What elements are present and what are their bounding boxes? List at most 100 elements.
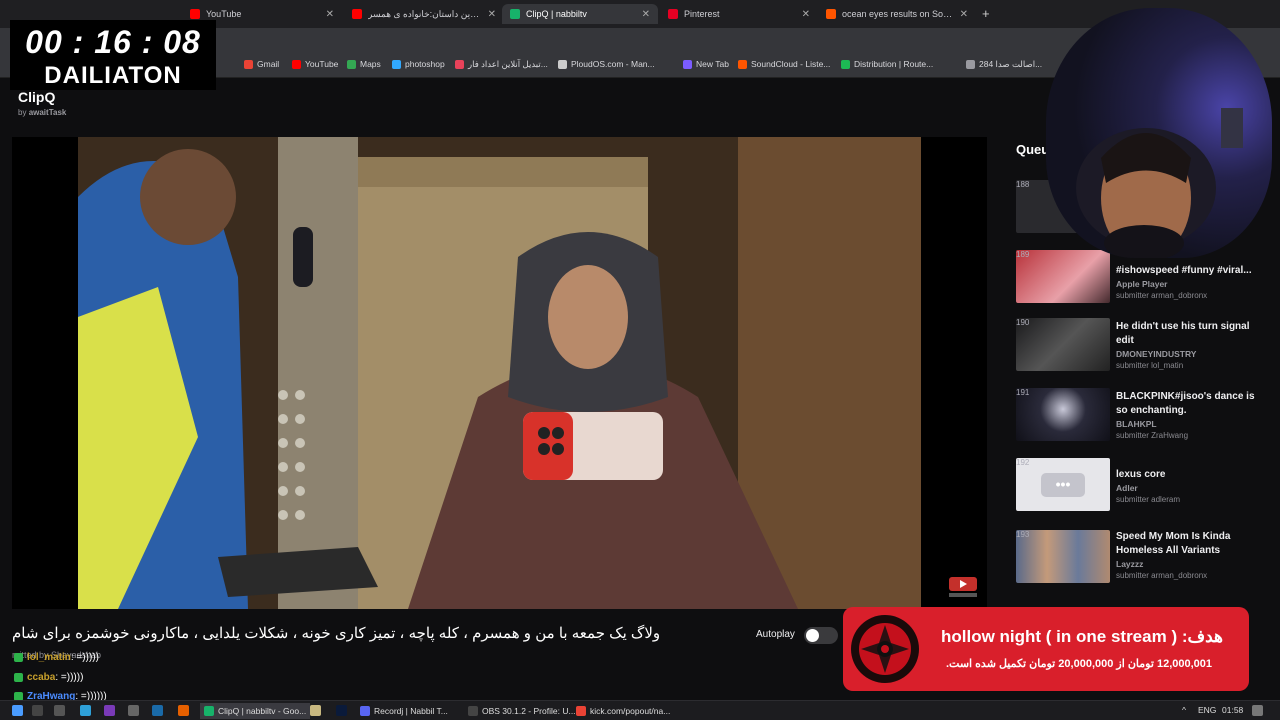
queue-thumbnail: ••• [1016,458,1110,511]
close-icon[interactable]: ✕ [960,9,968,20]
queue-item-channel: Layzzz [1116,559,1144,569]
queue-item[interactable]: 190 He didn't use his turn signal edit D… [1016,318,1266,378]
gmail-icon [244,59,253,69]
autoplay-toggle[interactable] [804,627,838,644]
close-icon[interactable]: ✕ [326,9,334,20]
bookmark-photoshop[interactable]: photoshop [392,59,445,69]
streamer-camera [1076,108,1243,258]
search-icon[interactable] [32,705,43,716]
taskbar-app-chrome[interactable]: ClipQ | nabbiltv - Goo... [200,703,311,719]
clipq-icon [510,9,520,19]
chat-username[interactable]: ccaba [27,672,55,683]
queue-item-submitter: submitter lol_matin [1116,361,1184,370]
donation-goal: هدف: ( hollow night ( in one stream 12,0… [843,607,1249,691]
video-frame[interactable] [78,137,921,609]
goal-progress-text: 12,000,001 تومان از 20,000,000 تومان تکم… [945,658,1213,670]
video-player[interactable] [12,137,987,609]
photoshop-icon [392,59,401,69]
queue-item-submitter: submitter arman_dobronx [1116,291,1208,300]
language-indicator[interactable]: ENG [1198,705,1216,715]
photoshop-icon[interactable] [336,705,347,716]
queue-item-submitter: submitter adleram [1116,495,1181,504]
telegram-icon[interactable] [152,705,163,716]
chat-username[interactable]: lol_matin [27,652,71,663]
close-icon[interactable]: ✕ [642,9,650,20]
new-tab-button[interactable]: + [982,6,990,21]
autoplay-label: Autoplay [756,629,795,640]
bookmark-audio[interactable]: 284 اصالت صدا... [966,59,1042,70]
bookmark-new-tab[interactable]: New Tab [683,59,729,69]
firefox-icon[interactable] [178,705,189,716]
globe-icon [558,59,567,69]
audio-icon [966,60,975,69]
video-scene [78,137,921,609]
taskbar-app-discord[interactable]: Recordj | Nabbil T... [356,703,452,719]
youtube-icon [190,9,200,19]
toggle-knob [806,629,819,642]
sharingan-icon [851,615,919,683]
app-icon[interactable] [128,705,139,716]
queue-item-title: BLACKPINK#jisoo's dance is so enchanting… [1116,391,1255,416]
notification-icon[interactable] [1252,705,1263,716]
page-author: by awaitTask [18,108,67,117]
windows-start-icon[interactable] [12,705,23,716]
queue-item-title: Speed My Mom Is Kinda Homeless All Varia… [1116,531,1231,556]
bookmark-distribution[interactable]: Distribution | Route... [841,59,933,69]
queue-number: 191 [1016,388,1030,397]
browser-tab[interactable]: ocean eyes results on SoundCl ✕ [818,4,976,24]
queue-item-submitter: submitter ZraHwang [1116,431,1189,440]
bookmark-ploudos[interactable]: PloudOS.com - Man... [558,59,655,69]
queue-item[interactable]: 193 Speed My Mom Is Kinda Homeless All V… [1016,530,1266,590]
browser-tab-active[interactable]: ClipQ | nabbiltv ✕ [502,4,658,24]
folder-icon[interactable] [310,705,321,716]
badge-icon [14,653,23,662]
queue-item[interactable]: ••• 192 lexus core Adler submitter adler… [1016,458,1266,518]
author-name[interactable]: awaitTask [29,108,67,117]
edge-icon[interactable] [80,705,91,716]
page-title: ClipQ [18,89,56,105]
queue-number: 190 [1016,318,1030,327]
close-icon[interactable]: ✕ [802,9,810,20]
queue-item[interactable]: 191 BLACKPINK#jisoo's dance is so enchan… [1016,388,1266,448]
queue-thumbnail [1016,318,1110,371]
close-icon[interactable]: ✕ [488,9,496,20]
browser-tab[interactable]: این داستان:خانواده ی همسر 😢 ✕ [344,4,504,24]
goal-title: هدف: ( hollow night ( in one stream [940,627,1223,646]
queue-item-channel: DMONEYINDUSTRY [1116,349,1197,359]
timer-value: 00 : 16 : 08 [25,24,201,60]
tab-title: این داستان:خانواده ی همسر 😢 [368,8,482,19]
tab-title: YouTube [206,9,242,19]
subathon-timer: 00 : 16 : 08 DAILIATON [10,20,216,90]
new-tab-icon [683,59,692,69]
queue-item-submitter: submitter arman_dobronx [1116,571,1208,580]
browser-tab[interactable]: Pinterest ✕ [660,4,818,24]
chat-message: lol_matin : =))))) [14,652,99,663]
queue-thumbnail [1016,388,1110,441]
queue-number: 192 [1016,458,1030,467]
tray-chevron-icon[interactable]: ^ [1182,705,1186,715]
timer-label: DAILIATON [44,62,182,89]
queue-item-channel: BLAHKPL [1116,419,1157,429]
more-icon: ••• [1041,473,1085,497]
bookmark-number-converter[interactable]: تبدیل آنلاین اعداد فار... [455,59,548,70]
bookmark-gmail[interactable]: Gmail [244,59,279,69]
queue-item-channel: Adler [1116,483,1138,493]
bookmark-youtube[interactable]: YouTube [292,59,338,69]
bookmark-maps[interactable]: Maps [347,59,381,69]
task-view-icon[interactable] [54,705,65,716]
queue-item[interactable]: 189 #ishowspeed #funny #viral... Apple P… [1016,250,1266,310]
system-clock[interactable]: 01:58 [1222,705,1243,715]
queue-item-title: #ishowspeed #funny #viral... [1116,265,1252,276]
subscribe-icon[interactable] [948,576,978,598]
queue-thumbnail [1016,530,1110,583]
queue-thumbnail [1016,250,1110,303]
queue-item-title: He didn't use his turn signal edit [1116,321,1250,346]
pinterest-icon [668,9,678,19]
app-icon[interactable] [104,705,115,716]
tab-title: ClipQ | nabbiltv [526,9,587,19]
taskbar: ClipQ | nabbiltv - Goo... Recordj | Nabb… [0,700,1280,720]
taskbar-app-kick[interactable]: kick.com/popout/na... [572,703,674,719]
taskbar-app-obs[interactable]: OBS 30.1.2 - Profile: U... [464,703,580,719]
bookmark-soundcloud[interactable]: SoundCloud - Liste... [738,59,830,69]
converter-icon [455,60,464,69]
